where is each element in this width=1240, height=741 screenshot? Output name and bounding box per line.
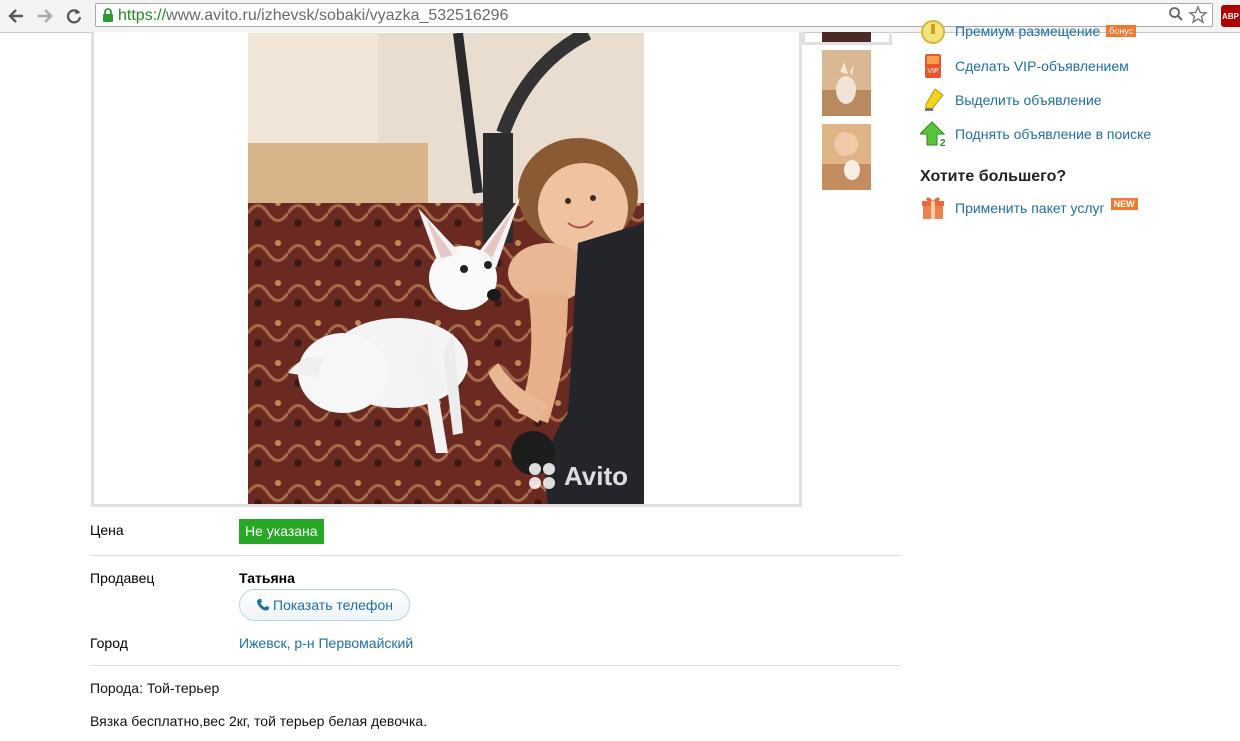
raise-arrow-icon: 2 xyxy=(920,121,946,147)
url-text: https://www.avito.ru/izhevsk/sobaki/vyaz… xyxy=(118,7,508,25)
vip-icon: VIP xyxy=(920,53,946,79)
show-phone-button[interactable]: Показать телефон xyxy=(239,589,410,621)
back-icon[interactable] xyxy=(5,5,27,27)
divider xyxy=(90,665,901,666)
zoom-icon[interactable] xyxy=(1168,6,1184,27)
premium-medal-icon xyxy=(920,18,946,44)
adblock-label: ABP xyxy=(1222,11,1239,21)
bonus-badge: бонус xyxy=(1106,25,1137,37)
raise-service-label: Поднять объявление в поиске xyxy=(955,126,1152,142)
more-services-title: Хотите большего? xyxy=(920,168,1067,185)
thumbnail-3[interactable] xyxy=(822,124,871,190)
highlight-service-label: Выделить объявление xyxy=(955,92,1102,108)
city-link[interactable]: Ижевск, р-н Первомайский xyxy=(239,635,413,651)
lock-icon xyxy=(102,8,114,27)
highlighter-icon xyxy=(920,87,946,113)
description: Вязка бесплатно,вес 2кг, той терьер бела… xyxy=(90,713,428,729)
vip-service[interactable]: VIP Сделать VIP-объявлением xyxy=(920,53,1129,79)
adblock-icon[interactable]: ABP xyxy=(1221,5,1240,27)
premium-service[interactable]: Премиум размещение бонус xyxy=(920,18,1137,44)
price-label: Цена xyxy=(90,522,124,538)
new-badge: NEW xyxy=(1110,198,1138,210)
package-service-label: Применить пакет услуг xyxy=(955,200,1105,216)
gift-box-icon xyxy=(920,195,946,221)
package-service[interactable]: Применить пакет услуг NEW xyxy=(920,195,1138,221)
watermark-text: Avito xyxy=(564,461,628,491)
breed-line: Порода: Той-терьер xyxy=(90,680,220,696)
svg-text:VIP: VIP xyxy=(927,68,939,75)
vip-service-label: Сделать VIP-объявлением xyxy=(955,58,1129,74)
url-scheme: https:// xyxy=(118,7,167,24)
seller-label: Продавец xyxy=(90,570,155,586)
svg-text:2: 2 xyxy=(940,138,946,147)
main-photo[interactable]: Avito xyxy=(248,33,644,504)
thumbnail-2[interactable] xyxy=(822,50,871,116)
reload-icon[interactable] xyxy=(63,5,85,27)
highlight-service[interactable]: Выделить объявление xyxy=(920,87,1102,113)
bookmark-star-icon[interactable] xyxy=(1188,5,1208,30)
premium-service-label: Премиум размещение xyxy=(955,23,1101,39)
raise-service[interactable]: 2 Поднять объявление в поиске xyxy=(920,121,1151,147)
divider xyxy=(90,555,901,556)
phone-icon xyxy=(257,599,269,611)
thumbnail-1[interactable] xyxy=(822,32,871,42)
city-label: Город xyxy=(90,635,128,651)
forward-icon[interactable] xyxy=(34,5,56,27)
price-value: Не указана xyxy=(239,519,324,544)
url-path: www.avito.ru/izhevsk/sobaki/vyazka_53251… xyxy=(166,7,509,24)
seller-name[interactable]: Татьяна xyxy=(239,570,295,586)
show-phone-label: Показать телефон xyxy=(273,597,393,613)
